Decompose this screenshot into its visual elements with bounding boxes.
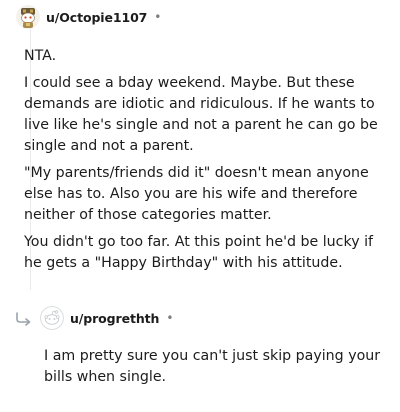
meta-separator: •: [166, 311, 174, 325]
meta-separator: •: [154, 10, 162, 24]
username[interactable]: u/Octopie1107: [46, 10, 147, 25]
comment-paragraph: You didn't go too far. At this point he'…: [24, 234, 374, 271]
comment-paragraph: I could see a bday weekend. Maybe. But t…: [24, 75, 378, 154]
comment-paragraph: "My parents/friends did it" doesn't mean…: [24, 165, 369, 223]
default-snoo-avatar-icon[interactable]: [40, 306, 64, 330]
snoo-avatar-costume-icon[interactable]: [16, 5, 40, 29]
comment-header: u/Octopie1107 •: [16, 4, 161, 30]
reply-comment-header: u/progrethth •: [14, 305, 173, 331]
username[interactable]: u/progrethth: [70, 311, 159, 326]
comment-paragraph: I am pretty sure you can't just skip pay…: [44, 348, 381, 385]
reply-arrow-icon: [14, 311, 34, 326]
reply-comment-body: I am pretty sure you can't just skip pay…: [44, 346, 384, 394]
comment-body: NTA. I could see a bday weekend. Maybe. …: [24, 46, 384, 280]
comment-paragraph: NTA.: [24, 48, 57, 64]
